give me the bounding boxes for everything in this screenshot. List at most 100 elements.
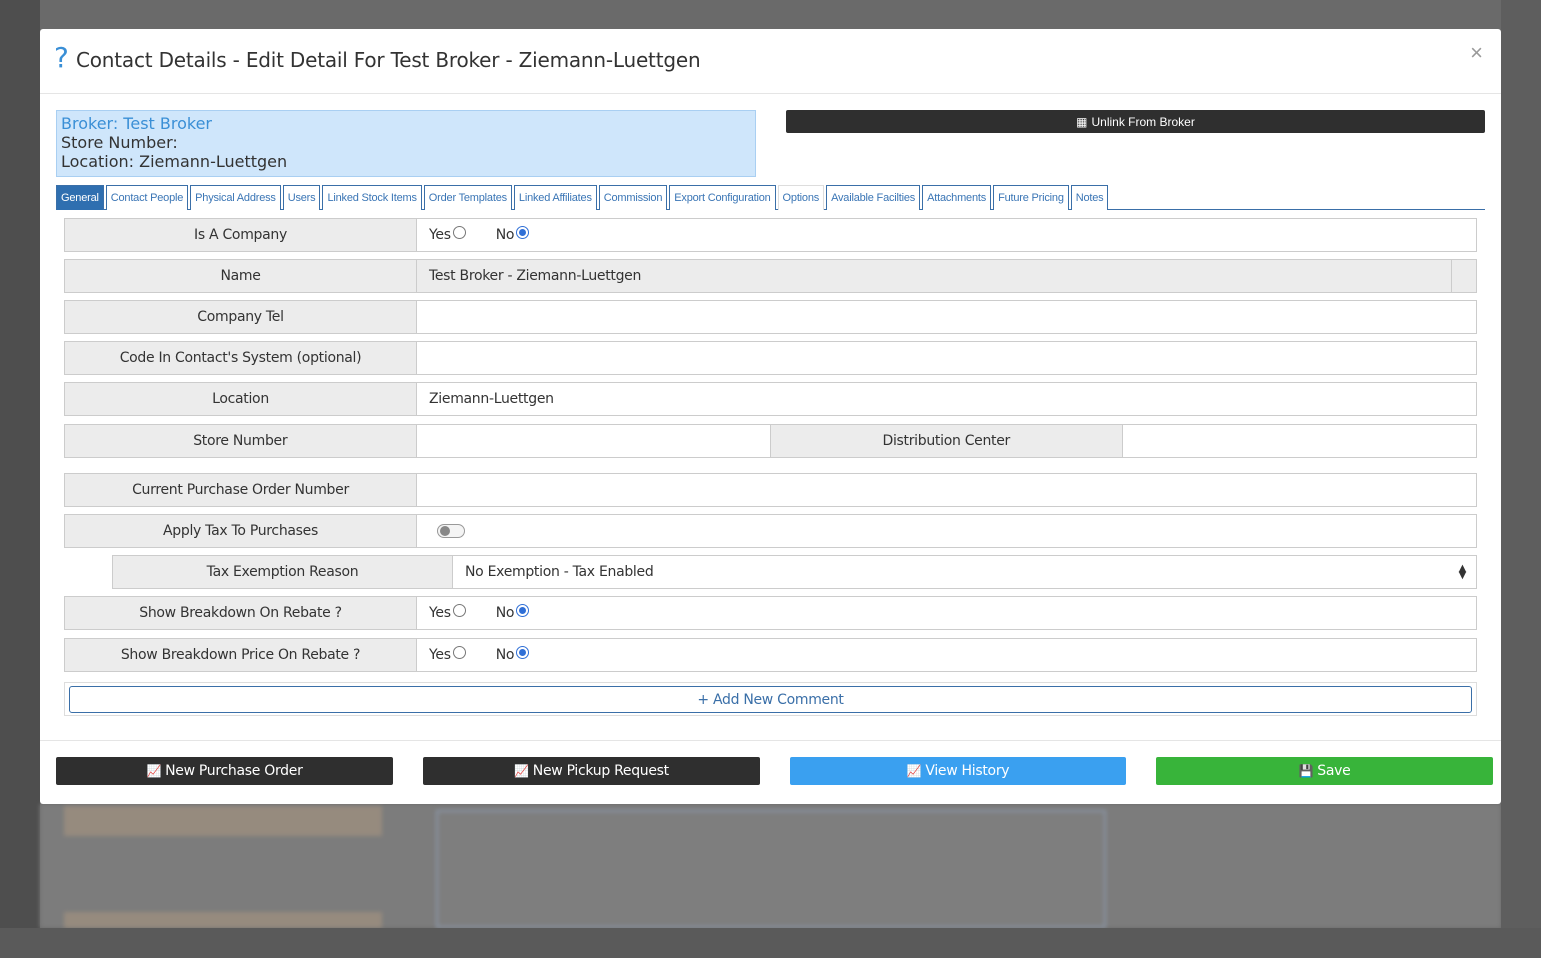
chart-line-icon: 📈 xyxy=(906,764,922,778)
add-new-comment-button[interactable]: + Add New Comment xyxy=(69,686,1472,713)
tab-linked-stock-items[interactable]: Linked Stock Items xyxy=(322,185,422,210)
unlink-from-broker-button[interactable]: ▦ Unlink From Broker xyxy=(786,110,1485,133)
company-tel-label: Company Tel xyxy=(65,301,417,333)
tab-options[interactable]: Options xyxy=(777,185,825,210)
store-number-label: Store Number xyxy=(65,425,417,457)
new-purchase-order-button[interactable]: 📈 New Purchase Order xyxy=(56,757,393,785)
name-label: Name xyxy=(65,260,417,292)
breakdown-rebate-label: Show Breakdown On Rebate ? xyxy=(65,597,417,629)
modal-footer: 📈 New Purchase Order 📈 New Pickup Reques… xyxy=(40,740,1501,804)
close-icon[interactable]: × xyxy=(1470,42,1483,64)
is-company-no[interactable]: No xyxy=(496,225,530,243)
unlink-label: Unlink From Broker xyxy=(1091,114,1195,129)
background-sidebar xyxy=(0,0,40,958)
name-row: Name Test Broker - Ziemann-Luettgen xyxy=(64,259,1477,293)
apply-tax-label: Apply Tax To Purchases xyxy=(65,515,417,547)
comment-section: + Add New Comment xyxy=(64,682,1477,716)
contact-details-modal: ? Contact Details - Edit Detail For Test… xyxy=(40,29,1501,804)
tab-future-pricing[interactable]: Future Pricing xyxy=(993,185,1069,210)
radio-no[interactable] xyxy=(516,225,530,239)
tab-contact-people[interactable]: Contact People xyxy=(105,185,189,210)
code-label: Code In Contact's System (optional) xyxy=(65,342,417,374)
chart-line-icon: 📈 xyxy=(514,764,529,778)
info-broker[interactable]: Broker: Test Broker xyxy=(61,114,751,133)
tab-available-facilities[interactable]: Available Facilties xyxy=(826,185,921,210)
background-panel xyxy=(64,912,382,928)
po-number-input[interactable] xyxy=(417,474,1476,506)
breakdown-price-rebate-radios: Yes No xyxy=(417,639,1476,671)
tab-order-templates[interactable]: Order Templates xyxy=(423,185,512,210)
add-comment-label: Add New Comment xyxy=(712,691,844,708)
breakdown-rebate-row: Show Breakdown On Rebate ? Yes No xyxy=(64,596,1477,630)
tab-users[interactable]: Users xyxy=(282,185,321,210)
help-icon[interactable]: ? xyxy=(54,43,69,73)
tab-export-configuration[interactable]: Export Configuration xyxy=(669,185,776,210)
radio-no[interactable] xyxy=(516,603,530,617)
breakdown-rebate-radios: Yes No xyxy=(417,597,1476,629)
is-company-yes[interactable]: Yes xyxy=(429,225,466,243)
store-distribution-group: Distribution Center xyxy=(417,425,1477,457)
modal-title: Contact Details - Edit Detail For Test B… xyxy=(76,48,701,72)
new-pickup-request-button[interactable]: 📈 New Pickup Request xyxy=(423,757,760,785)
tab-bar: General Contact People Physical Address … xyxy=(56,185,1485,210)
background-strip xyxy=(0,928,1541,958)
store-number-input[interactable] xyxy=(417,425,771,457)
apply-tax-cell xyxy=(417,515,1476,547)
is-company-row: Is A Company Yes No xyxy=(64,218,1477,252)
name-addon xyxy=(1451,260,1476,292)
company-tel-input[interactable] xyxy=(417,301,1476,333)
tax-exemption-value: No Exemption - Tax Enabled xyxy=(465,564,654,580)
breakdown-price-rebate-yes[interactable]: Yes xyxy=(429,645,466,663)
select-caret-icon: ▲ ▼ xyxy=(1458,563,1467,581)
location-row: Location Ziemann-Luettgen xyxy=(64,382,1477,416)
save-button[interactable]: 💾 Save xyxy=(1156,757,1493,785)
plus-icon: + xyxy=(697,691,709,708)
breakdown-price-rebate-row: Show Breakdown Price On Rebate ? Yes No xyxy=(64,638,1477,672)
location-input[interactable]: Ziemann-Luettgen xyxy=(417,383,1476,415)
tab-physical-address[interactable]: Physical Address xyxy=(190,185,281,210)
info-location: Location: Ziemann-Luettgen xyxy=(61,152,288,171)
tax-exemption-row: Tax Exemption Reason No Exemption - Tax … xyxy=(112,555,1477,589)
company-tel-row: Company Tel xyxy=(64,300,1477,334)
view-history-button[interactable]: 📈 View History xyxy=(790,757,1126,785)
breakdown-price-rebate-label: Show Breakdown Price On Rebate ? xyxy=(65,639,417,671)
store-number-row: Store Number Distribution Center xyxy=(64,424,1477,458)
code-row: Code In Contact's System (optional) xyxy=(64,341,1477,375)
tab-notes[interactable]: Notes xyxy=(1070,185,1109,210)
save-label: Save xyxy=(1317,763,1351,779)
radio-no[interactable] xyxy=(516,645,530,659)
tab-general[interactable]: General xyxy=(56,185,104,210)
new-pickup-label: New Pickup Request xyxy=(532,763,669,779)
background-card xyxy=(436,810,1106,928)
apply-tax-row: Apply Tax To Purchases xyxy=(64,514,1477,548)
background-right xyxy=(1501,0,1541,958)
radio-yes[interactable] xyxy=(452,603,466,617)
floppy-disk-icon: 💾 xyxy=(1298,764,1314,778)
breakdown-rebate-no[interactable]: No xyxy=(496,603,530,621)
tax-exemption-select[interactable]: No Exemption - Tax Enabled ▲ ▼ xyxy=(453,556,1476,588)
view-history-label: View History xyxy=(925,763,1010,779)
tax-exemption-label: Tax Exemption Reason xyxy=(113,556,453,588)
background-panel xyxy=(64,806,382,836)
name-field[interactable]: Test Broker - Ziemann-Luettgen xyxy=(417,260,1451,292)
is-company-radios: Yes No xyxy=(417,219,1476,251)
apply-tax-toggle[interactable] xyxy=(437,524,465,538)
info-store-number: Store Number: xyxy=(61,133,178,152)
new-po-label: New Purchase Order xyxy=(165,763,303,779)
code-input[interactable] xyxy=(417,342,1476,374)
tab-linked-affiliates[interactable]: Linked Affiliates xyxy=(513,185,597,210)
location-label: Location xyxy=(65,383,417,415)
tab-attachments[interactable]: Attachments xyxy=(922,185,992,210)
radio-yes[interactable] xyxy=(452,645,466,659)
tab-commission[interactable]: Commission xyxy=(598,185,668,210)
distribution-center-input[interactable] xyxy=(1123,425,1476,457)
radio-yes[interactable] xyxy=(452,225,466,239)
breakdown-price-rebate-no[interactable]: No xyxy=(496,645,530,663)
breakdown-rebate-yes[interactable]: Yes xyxy=(429,603,466,621)
contact-info-box: Broker: Test Broker Store Number: Locati… xyxy=(56,110,756,177)
building-icon: ▦ xyxy=(1076,114,1088,129)
is-company-label: Is A Company xyxy=(65,219,417,251)
chart-line-icon: 📈 xyxy=(146,764,162,778)
po-number-label: Current Purchase Order Number xyxy=(65,474,417,506)
distribution-center-label: Distribution Center xyxy=(770,425,1123,457)
